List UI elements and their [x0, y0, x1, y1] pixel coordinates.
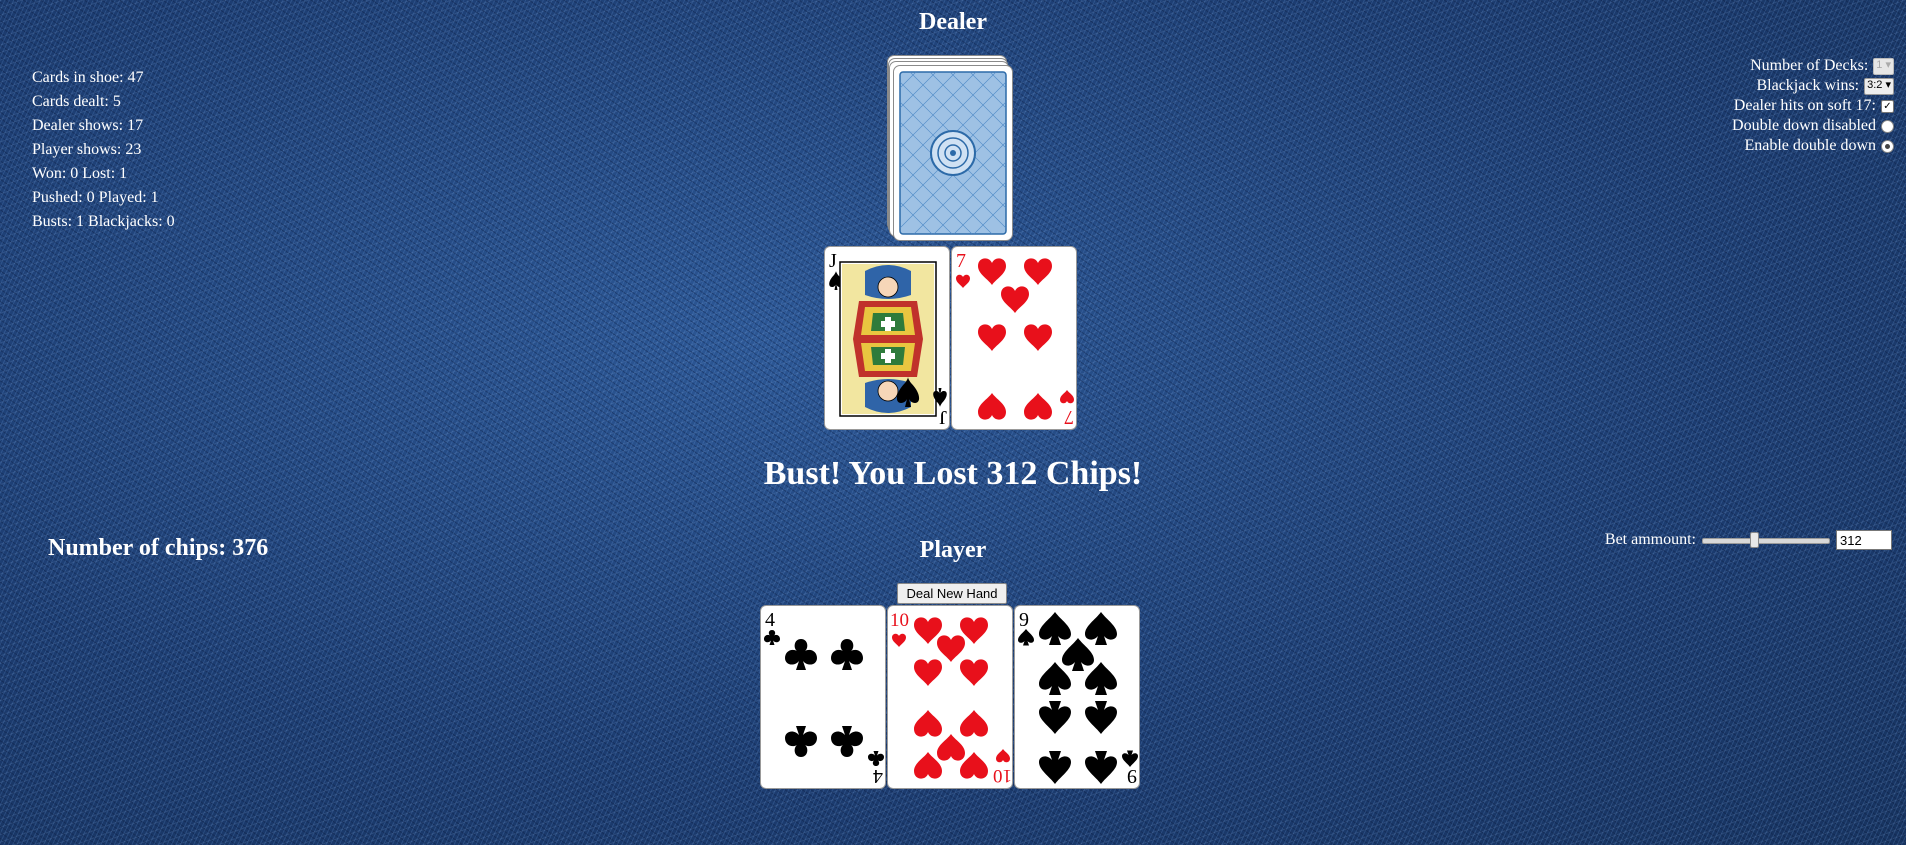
blackjack-wins-label: Blackjack wins: [1756, 77, 1860, 94]
dealer-title: Dealer [919, 9, 987, 35]
soft17-checkbox[interactable]: ✓ [1881, 99, 1894, 113]
won-lost: Won: 0 Lost: 1 [32, 165, 128, 182]
blackjack-wins-select[interactable]: 3:2 ▾ [1864, 77, 1894, 95]
player-card-four-of-clubs: 4 4 [760, 605, 886, 789]
decks-select[interactable]: 1 ▾ [1873, 57, 1894, 75]
double-down-disabled-label: Double down disabled [1732, 117, 1876, 134]
dealer-card-seven-of-hearts: 7 7 [951, 246, 1077, 430]
soft17-label: Dealer hits on soft 17: [1733, 97, 1876, 114]
svg-text:J: J [939, 406, 947, 428]
double-down-disabled-radio[interactable] [1881, 119, 1894, 133]
game-stats: Cards in shoe: 47 Cards dealt: 5 Dealer … [32, 66, 175, 234]
player-card-nine-of-spades: 9 9 [1014, 605, 1140, 789]
settings-panel: Number of Decks: 1 ▾ Blackjack wins: 3:2… [1732, 56, 1894, 156]
decks-value: 1 [1876, 58, 1883, 71]
player-title: Player [919, 537, 987, 563]
bet-label: Bet ammount: [1604, 531, 1696, 548]
bet-slider-track [1702, 538, 1830, 544]
svg-text:4: 4 [765, 609, 775, 631]
enable-double-down-radio[interactable] [1881, 139, 1894, 153]
decks-label: Number of Decks: [1750, 57, 1869, 74]
blackjack-wins-value: 3:2 [1867, 78, 1883, 91]
svg-text:7: 7 [1064, 406, 1074, 428]
card-shoe [885, 55, 1025, 245]
deal-new-hand-button[interactable]: Deal New Hand [897, 583, 1007, 604]
dealer-shows: Dealer shows: 17 [32, 117, 144, 134]
player-card-ten-of-hearts: 10 10 [887, 605, 1013, 789]
svg-text:J: J [829, 250, 837, 272]
bet-amount-input[interactable] [1836, 530, 1892, 550]
bet-slider-thumb[interactable] [1750, 532, 1759, 548]
bet-slider[interactable] [1702, 532, 1830, 548]
card-back [893, 65, 1013, 241]
dealer-card-jack-of-spades: J J [824, 246, 950, 430]
svg-text:9: 9 [1127, 765, 1137, 787]
busts-blackjacks: Busts: 1 Blackjacks: 0 [32, 213, 175, 230]
chip-count: Number of chips: 376 [48, 535, 269, 561]
svg-text:10: 10 [993, 765, 1012, 786]
cards-dealt: Cards dealt: 5 [32, 93, 121, 110]
enable-double-down-label: Enable double down [1744, 137, 1876, 154]
result-message: Bust! You Lost 312 Chips! [763, 455, 1143, 492]
bet-controls: Bet ammount: [1605, 530, 1892, 550]
svg-text:10: 10 [890, 610, 909, 631]
svg-text:7: 7 [956, 250, 966, 272]
player-shows: Player shows: 23 [32, 141, 142, 158]
svg-text:9: 9 [1019, 609, 1029, 631]
pushed-played: Pushed: 0 Played: 1 [32, 189, 159, 206]
svg-text:4: 4 [873, 765, 883, 787]
cards-in-shoe: Cards in shoe: 47 [32, 69, 144, 86]
